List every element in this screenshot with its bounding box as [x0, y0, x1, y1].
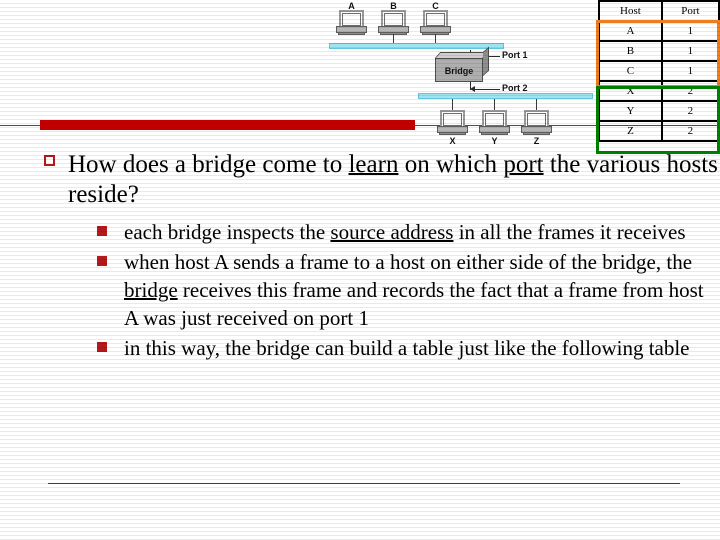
- port2-stem: [470, 82, 471, 90]
- cable-segment-2: [418, 93, 593, 99]
- table-header-port: Port: [660, 0, 720, 22]
- question-mid: on which: [398, 151, 504, 178]
- monitor-screen-icon: [524, 110, 549, 126]
- cell-host: X: [598, 80, 663, 102]
- filled-square-bullet-icon: [97, 226, 107, 236]
- bridge-box-side: [483, 46, 489, 76]
- table-header-row: Host Port: [598, 0, 720, 22]
- list-item: when host A sends a frame to a host on e…: [0, 248, 720, 332]
- filled-square-bullet-icon: [97, 342, 107, 352]
- cell-host: Y: [598, 100, 663, 122]
- host-label-z: Z: [533, 136, 540, 146]
- host-icon-x: [437, 110, 468, 136]
- cell-host: B: [598, 40, 663, 62]
- host-icon-z: [521, 110, 552, 136]
- bridge-forwarding-table: Host Port A 1 B 1 C 1 X 2 Y 2 Z 2: [598, 0, 720, 142]
- monitor-screen-icon: [339, 10, 364, 26]
- bullet-2-underline: bridge: [124, 278, 178, 302]
- table-row: A 1: [598, 20, 720, 42]
- host-label-y: Y: [491, 136, 498, 146]
- cell-host: Z: [598, 120, 663, 142]
- monitor-screen-icon: [381, 10, 406, 26]
- monitor-screen-icon: [423, 10, 448, 26]
- table-row: Y 2: [598, 100, 720, 122]
- table-row: C 1: [598, 60, 720, 82]
- filled-square-bullet-icon: [97, 256, 107, 266]
- table-row: Z 2: [598, 120, 720, 142]
- bullet-2-post: receives this frame and records the fact…: [124, 278, 704, 330]
- host-icon-c: [420, 10, 451, 36]
- host-label-a: A: [348, 1, 355, 11]
- main-question: How does a bridge come to learn on which…: [0, 150, 720, 210]
- cell-host: A: [598, 20, 663, 42]
- bullet-3-pre: in this way, the bridge can build a tabl…: [124, 336, 690, 360]
- port2-lead-line: [475, 89, 500, 90]
- list-item: each bridge inspects the source address …: [0, 218, 720, 246]
- cell-port: 2: [660, 80, 720, 102]
- bullet-1-underline: source address: [330, 220, 454, 244]
- cell-host: C: [598, 60, 663, 82]
- list-item: in this way, the bridge can build a tabl…: [0, 334, 720, 362]
- slide-body: How does a bridge come to learn on which…: [0, 150, 720, 364]
- network-diagram: A B C Port 1 Bridge Port 2 X Y Z: [322, 0, 600, 152]
- port1-label: Port 1: [502, 50, 528, 60]
- bullet-1-pre: each bridge inspects the: [124, 220, 331, 244]
- port2-label: Port 2: [502, 83, 528, 93]
- host-icon-a: [336, 10, 367, 36]
- bullet-1-post: in all the frames it receives: [453, 220, 686, 244]
- bridge-box: Bridge: [435, 58, 483, 82]
- table-row: X 2: [598, 80, 720, 102]
- sub-bullet-list: each bridge inspects the source address …: [0, 218, 720, 362]
- question-underline-port: port: [503, 151, 544, 178]
- bullet-2-pre: when host A sends a frame to a host on e…: [124, 250, 693, 274]
- cell-port: 2: [660, 100, 720, 122]
- table-header-host: Host: [598, 0, 663, 22]
- cell-port: 1: [660, 40, 720, 62]
- cable-segment-1: [329, 43, 504, 49]
- hollow-square-bullet-icon: [44, 155, 55, 166]
- monitor-screen-icon: [482, 110, 507, 126]
- cell-port: 1: [660, 60, 720, 82]
- host-icon-b: [378, 10, 409, 36]
- question-pre: How does a bridge come to: [68, 151, 349, 178]
- table-row: B 1: [598, 40, 720, 62]
- host-label-c: C: [432, 1, 439, 11]
- question-underline-learn: learn: [348, 151, 399, 178]
- cell-port: 2: [660, 120, 720, 142]
- host-icon-y: [479, 110, 510, 136]
- bottom-divider-rule: [48, 483, 680, 484]
- host-label-x: X: [449, 136, 456, 146]
- cell-port: 1: [660, 20, 720, 42]
- monitor-screen-icon: [440, 110, 465, 126]
- host-label-b: B: [390, 1, 397, 11]
